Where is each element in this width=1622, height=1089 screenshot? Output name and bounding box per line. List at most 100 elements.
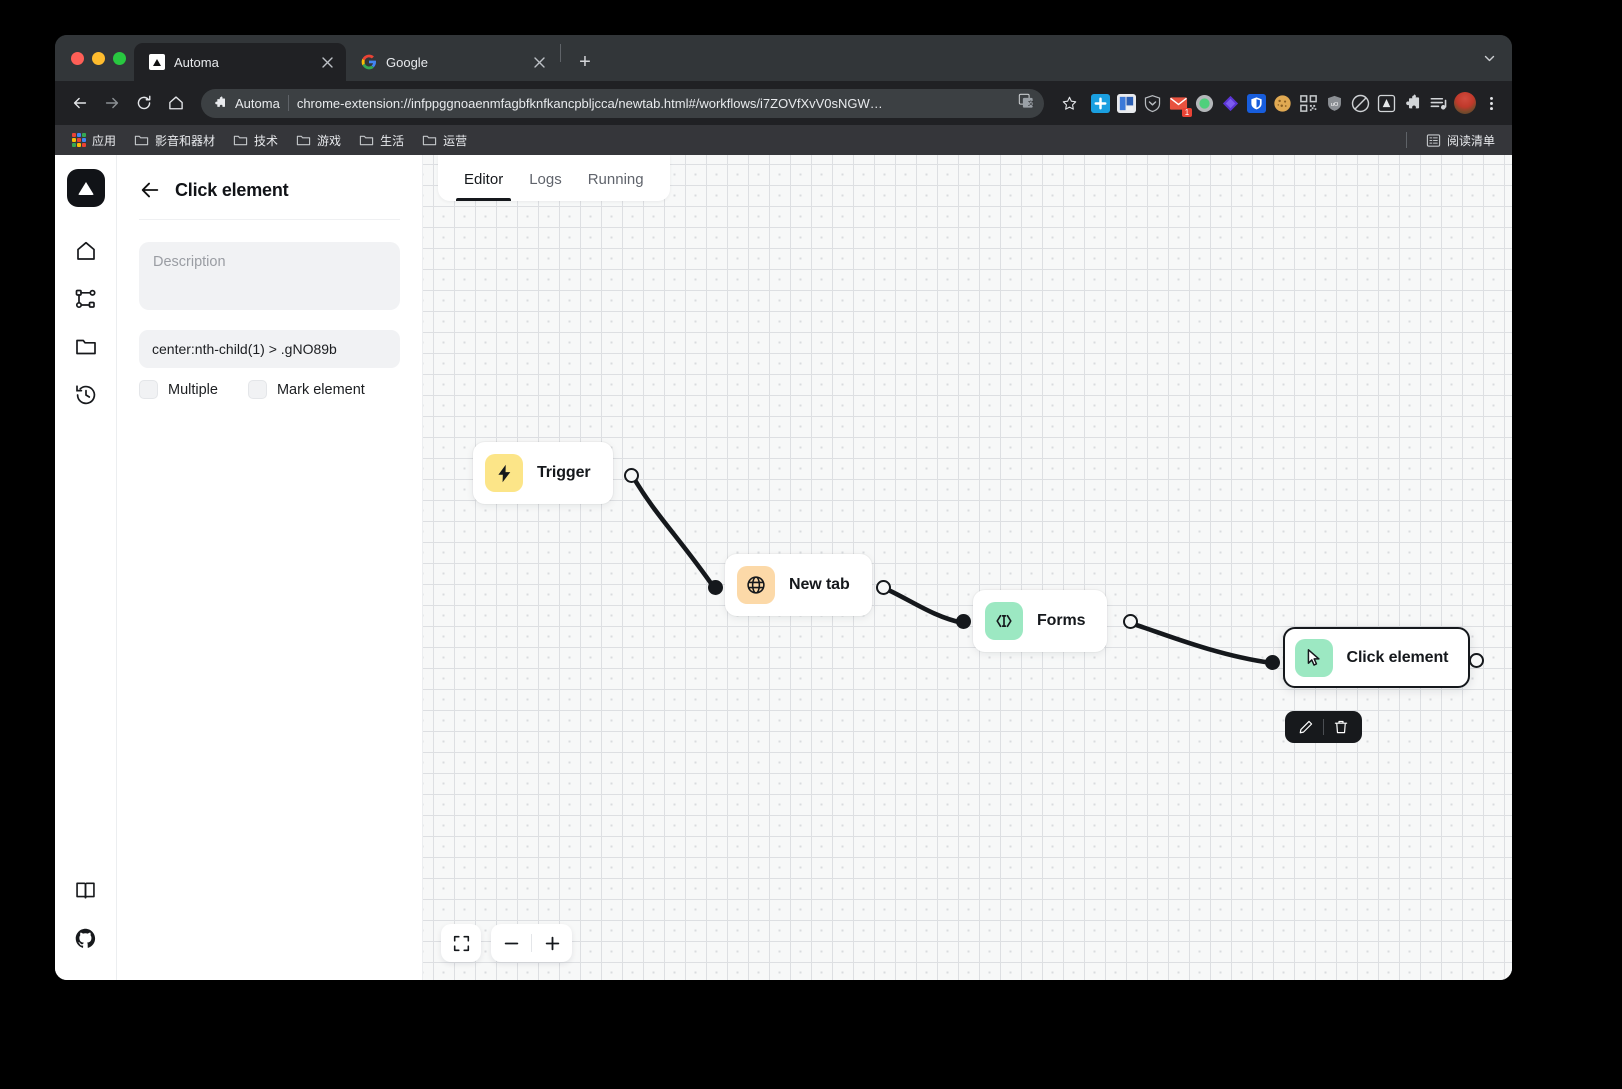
- checkbox-label: Multiple: [168, 381, 218, 398]
- home-icon[interactable]: [161, 88, 191, 118]
- block-settings-panel: Click element Description center:nth-chi…: [117, 155, 423, 980]
- zoom-out-icon[interactable]: [491, 924, 531, 962]
- sidebar-item-workflows[interactable]: [64, 277, 108, 321]
- reload-icon[interactable]: [129, 88, 159, 118]
- node-input-port-newtab[interactable]: [708, 580, 723, 595]
- fit-view-icon[interactable]: [441, 924, 481, 962]
- automa-ext-icon[interactable]: [1376, 93, 1397, 114]
- bookmark-folder-3[interactable]: 生活: [352, 129, 411, 152]
- browser-tab-google[interactable]: Google: [346, 43, 558, 81]
- apps-grid-icon: [72, 133, 86, 147]
- node-label: New tab: [789, 576, 850, 593]
- forward-arrow-icon[interactable]: [97, 88, 127, 118]
- checkbox-box[interactable]: [139, 380, 158, 399]
- tab-strip: Automa Google +: [55, 35, 1512, 81]
- extensions-puzzle-icon[interactable]: [1402, 93, 1423, 114]
- bookmarks-divider: [1405, 132, 1407, 148]
- checkbox-box[interactable]: [247, 380, 267, 399]
- checkbox-mark-element[interactable]: Mark element: [247, 380, 365, 399]
- bookmark-folder-2[interactable]: 游戏: [289, 129, 348, 152]
- panel-header: Click element: [139, 179, 400, 220]
- new-tab-button[interactable]: +: [571, 48, 599, 76]
- close-window-button[interactable]: [71, 51, 84, 65]
- node-input-port-forms[interactable]: [956, 614, 971, 629]
- playlist-icon[interactable]: [1428, 93, 1449, 114]
- node-output-port-click-element[interactable]: [1469, 653, 1484, 668]
- bookmark-folder-4[interactable]: 运营: [415, 129, 474, 152]
- selector-input[interactable]: center:nth-child(1) > .gNO89b: [139, 330, 400, 368]
- workflow-canvas[interactable]: Editor Logs Running Trigger New tab Form…: [423, 155, 1512, 980]
- minimize-window-button[interactable]: [92, 51, 105, 65]
- bookmark-label: 应用: [92, 133, 117, 148]
- bookmark-folder-1[interactable]: 技术: [226, 129, 285, 152]
- google-icon: [360, 54, 377, 71]
- sidebar-item-history[interactable]: [64, 373, 108, 417]
- diamond-purple-icon[interactable]: [1220, 93, 1241, 114]
- close-tab-button[interactable]: [318, 53, 336, 71]
- canvas-grid-pattern: [423, 155, 1512, 980]
- bookmark-label: 技术: [254, 133, 279, 148]
- bookmarks-bar: 应用 影音和器材 技术 游戏 生活 运营 阅读清单: [55, 125, 1512, 155]
- block-circle-icon[interactable]: [1350, 93, 1371, 114]
- cookie-icon[interactable]: [1272, 93, 1293, 114]
- node-output-port-trigger[interactable]: [624, 468, 639, 483]
- sidebar-item-home[interactable]: [64, 229, 108, 273]
- omnibox-extension-name: Automa: [235, 95, 280, 111]
- reading-list-button[interactable]: 阅读清单: [1419, 129, 1502, 152]
- tab-separator: [560, 44, 561, 62]
- book-blue-icon[interactable]: [1116, 93, 1137, 114]
- tab-editor[interactable]: Editor: [454, 155, 513, 201]
- bookmark-apps[interactable]: 应用: [65, 129, 123, 152]
- github-icon[interactable]: [64, 916, 108, 960]
- sidebar-item-folder[interactable]: [64, 325, 108, 369]
- extension-icons: 1 uO: [1086, 92, 1502, 117]
- page-title: Click element: [175, 179, 289, 200]
- tab-logs[interactable]: Logs: [519, 155, 572, 201]
- qr-code-icon[interactable]: [1298, 93, 1319, 114]
- zoom-in-icon[interactable]: [532, 924, 572, 962]
- svg-text:uO: uO: [1331, 101, 1339, 107]
- edit-pencil-icon[interactable]: [1289, 711, 1323, 743]
- arrow-left-icon[interactable]: [139, 179, 161, 201]
- translate-icon[interactable]: 文: [1018, 93, 1035, 114]
- node-input-port-click-element[interactable]: [1265, 655, 1280, 670]
- sidebar-rail: [55, 155, 117, 980]
- workflow-node-trigger[interactable]: Trigger: [473, 442, 613, 504]
- ublock-shield-icon[interactable]: uO: [1324, 93, 1345, 114]
- mail-red-icon[interactable]: 1: [1168, 93, 1192, 117]
- cursor-arrow-icon: [1294, 638, 1333, 677]
- bookmark-folder-0[interactable]: 影音和器材: [127, 129, 222, 152]
- back-arrow-icon[interactable]: [65, 88, 95, 118]
- workflow-node-newtab[interactable]: New tab: [725, 554, 872, 616]
- documentation-book-icon[interactable]: [64, 868, 108, 912]
- browser-menu-icon[interactable]: [1481, 93, 1502, 114]
- node-output-port-newtab[interactable]: [876, 580, 891, 595]
- green-circle-icon[interactable]: [1194, 93, 1215, 114]
- automa-logo[interactable]: [66, 169, 105, 207]
- folder-icon: [359, 133, 374, 148]
- chevron-down-icon[interactable]: [1474, 35, 1504, 81]
- star-icon[interactable]: [1054, 88, 1084, 118]
- browser-toolbar: Automa chrome-extension://infppggnoaenmf…: [55, 81, 1512, 125]
- address-bar[interactable]: Automa chrome-extension://infppggnoaenmf…: [201, 88, 1044, 118]
- shield-chevron-icon[interactable]: [1142, 93, 1163, 114]
- browser-tab-automa[interactable]: Automa: [134, 43, 346, 81]
- node-output-port-forms[interactable]: [1123, 614, 1138, 629]
- delete-trash-icon[interactable]: [1324, 711, 1358, 743]
- editor-tabs: Editor Logs Running: [438, 155, 670, 201]
- tab-running[interactable]: Running: [578, 155, 654, 201]
- workflow-node-forms[interactable]: Forms: [973, 590, 1108, 652]
- folder-icon: [134, 133, 149, 148]
- maximize-window-button[interactable]: [113, 51, 126, 65]
- bitwarden-shield-icon[interactable]: [1246, 93, 1267, 114]
- workflow-node-click-element[interactable]: Click element: [1283, 627, 1470, 688]
- tab-title: Google: [386, 54, 428, 70]
- node-label: Click element: [1346, 648, 1449, 666]
- close-tab-button[interactable]: [530, 53, 548, 71]
- node-label: Forms: [1037, 612, 1086, 629]
- fit-view-card: [441, 924, 481, 962]
- description-input[interactable]: Description: [139, 242, 400, 310]
- profile-avatar[interactable]: [1454, 92, 1476, 114]
- plus-blue-icon[interactable]: [1090, 93, 1111, 114]
- checkbox-multiple[interactable]: Multiple: [139, 380, 218, 399]
